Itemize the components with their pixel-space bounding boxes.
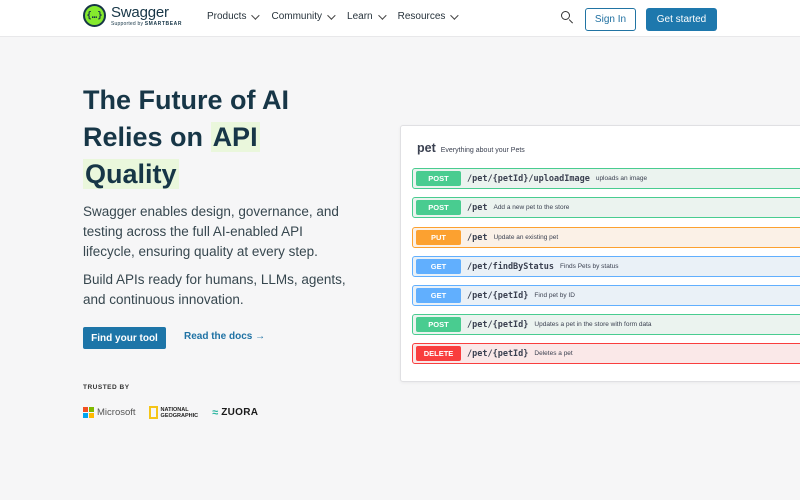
operation-tag-name: pet <box>417 141 436 155</box>
nav-item-community[interactable]: Community <box>271 10 336 22</box>
trusted-logos: Microsoft NATIONAL GEOGRAPHIC ≈ ZUORA <box>83 406 258 419</box>
operation-summary: uploads an image <box>595 175 648 182</box>
chevron-down-icon <box>327 10 336 20</box>
operation-row[interactable]: GET /pet/findByStatus Finds Pets by stat… <box>412 256 800 277</box>
zuora-logo: ≈ ZUORA <box>212 407 258 419</box>
microsoft-name: Microsoft <box>97 407 136 418</box>
hero-title-line-1: The Future of AI <box>83 85 289 115</box>
nav-item-learn[interactable]: Learn <box>347 10 387 22</box>
operation-tag-description: Everything about your Pets <box>440 147 525 154</box>
operation-row[interactable]: POST /pet/{petId} Updates a pet in the s… <box>412 314 800 335</box>
logo-sub-brand: SMARTBEAR <box>144 20 183 27</box>
operation-tag-header[interactable]: pet Everything about your Pets <box>417 141 525 155</box>
method-badge: GET <box>416 259 461 274</box>
get-started-button[interactable]: Get started <box>646 8 717 31</box>
operation-summary: Find pet by ID <box>534 292 575 299</box>
operation-summary: Updates a pet in the store with form dat… <box>534 321 652 328</box>
operation-summary: Deletes a pet <box>534 350 573 357</box>
method-badge: POST <box>416 171 461 186</box>
operation-path: /pet/{petId} <box>467 290 529 301</box>
zuora-icon: ≈ <box>212 406 219 419</box>
zuora-name: ZUORA <box>221 407 259 418</box>
main-nav: Products Community Learn Resources <box>207 10 470 22</box>
national-geographic-logo: NATIONAL GEOGRAPHIC <box>148 406 199 419</box>
nav-item-products[interactable]: Products <box>207 10 261 22</box>
hero-description-2: Build APIs ready for humans, LLMs, agent… <box>83 272 346 307</box>
api-docs-preview: pet Everything about your Pets POST /pet… <box>400 125 800 382</box>
operation-row[interactable]: PUT /pet Update an existing pet <box>412 227 800 248</box>
operation-path: /pet <box>467 232 488 243</box>
method-badge: POST <box>416 317 461 332</box>
hero-title: The Future of AI Relies on API Quality <box>83 82 383 193</box>
operation-summary: Finds Pets by status <box>560 263 619 270</box>
hero-title-highlight-api: API <box>210 122 260 152</box>
operation-path: /pet/{petId}/uploadImage <box>467 173 590 184</box>
operation-row[interactable]: POST /pet Add a new pet to the store <box>412 197 800 218</box>
method-badge: PUT <box>416 230 461 245</box>
operation-summary: Add a new pet to the store <box>493 204 570 211</box>
natgeo-frame-icon <box>148 406 158 419</box>
microsoft-icon <box>83 407 94 418</box>
nav-item-label: Products <box>207 11 247 22</box>
swagger-logo-icon: {…} <box>83 4 106 27</box>
nav-item-label: Learn <box>347 11 373 22</box>
find-your-tool-button[interactable]: Find your tool <box>83 327 166 349</box>
chevron-down-icon <box>450 10 460 20</box>
site-header: {…} Swagger Supported by SMARTBEAR Produ… <box>0 0 800 37</box>
method-badge: POST <box>416 200 461 215</box>
nav-item-resources[interactable]: Resources <box>397 10 460 22</box>
method-badge: DELETE <box>416 346 461 361</box>
operation-path: /pet/{petId} <box>467 348 529 359</box>
trusted-by-label: TRUSTED BY <box>83 384 130 391</box>
nav-item-label: Community <box>271 11 323 22</box>
operation-path: /pet <box>467 202 488 213</box>
natgeo-line-2: GEOGRAPHIC <box>160 412 199 419</box>
chevron-down-icon <box>377 10 387 20</box>
microsoft-logo: Microsoft <box>83 407 136 418</box>
hero-title-line-2-a: Relies on <box>83 122 204 152</box>
hero-title-line-2: Relies on API <box>83 119 383 156</box>
nav-item-label: Resources <box>397 11 446 22</box>
hero-description: Swagger enables design, governance, and … <box>83 204 339 259</box>
operation-path: /pet/{petId} <box>467 319 529 330</box>
swagger-logo[interactable]: {…} Swagger Supported by SMARTBEAR <box>83 4 182 27</box>
sign-in-button[interactable]: Sign In <box>585 8 636 31</box>
search-icon[interactable] <box>561 11 574 24</box>
operation-row[interactable]: POST /pet/{petId}/uploadImage uploads an… <box>412 168 800 189</box>
logo-name: Swagger <box>111 3 169 21</box>
logo-text: Swagger Supported by SMARTBEAR <box>111 5 182 27</box>
logo-subtitle: Supported by SMARTBEAR <box>111 20 183 27</box>
logo-sub-prefix: Supported by <box>111 20 144 27</box>
operation-row[interactable]: DELETE /pet/{petId} Deletes a pet <box>412 343 800 364</box>
chevron-down-icon <box>251 10 261 20</box>
hero-title-highlight-quality: Quality <box>83 159 179 189</box>
operation-summary: Update an existing pet <box>493 234 559 241</box>
operation-row[interactable]: GET /pet/{petId} Find pet by ID <box>412 285 800 306</box>
method-badge: GET <box>416 288 461 303</box>
read-the-docs-link[interactable]: Read the docs → <box>184 331 265 342</box>
hero-title-line-3: Quality <box>83 156 383 193</box>
operation-path: /pet/findByStatus <box>467 261 554 272</box>
